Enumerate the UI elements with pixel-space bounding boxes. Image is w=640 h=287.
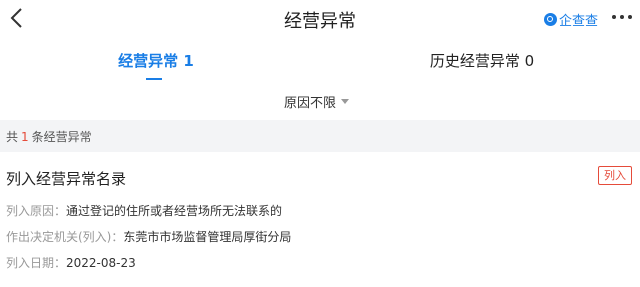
summary-suffix: 条经营异常: [31, 130, 92, 144]
filter-bar: 原因不限: [0, 82, 640, 118]
tab-bar: 经营异常 1 历史经营异常 0: [0, 38, 640, 82]
reason-filter-label: 原因不限: [284, 95, 337, 111]
field-value: 通过登记的住所或者经营场所无法联系的: [66, 204, 283, 218]
summary-bar: 共 1 条经营异常: [0, 120, 640, 152]
abnormal-record-card[interactable]: 列入经营异常名录 列入 列入原因：通过登记的住所或者经营场所无法联系的 作出决定…: [0, 152, 640, 287]
field-value: 2022-08-23: [66, 256, 136, 270]
brand-name: 企查查: [559, 13, 599, 29]
tab-history-abnormal[interactable]: 历史经营异常 0: [412, 50, 552, 72]
reason-filter-dropdown[interactable]: 原因不限: [284, 92, 350, 111]
tab-business-abnormal[interactable]: 经营异常 1: [96, 50, 216, 72]
more-dots-icon: [612, 15, 616, 19]
field-value: 东莞市市场监督管理局厚街分局: [123, 230, 292, 244]
brand-logo-button[interactable]: 企查查: [544, 9, 598, 29]
active-tab-indicator: [146, 78, 162, 80]
record-count-summary: 共 1 条经营异常: [6, 128, 92, 145]
qichacha-logo-icon: [544, 12, 557, 26]
field-label: 列入原因：: [6, 204, 67, 218]
caret-down-icon: [341, 98, 350, 104]
record-field-authority: 作出决定机关(列入)：东莞市市场监督管理局厚街分局: [6, 228, 291, 246]
more-button[interactable]: [612, 15, 632, 21]
summary-prefix: 共: [6, 130, 19, 144]
record-title: 列入经营异常名录: [6, 170, 127, 188]
record-field-date: 列入日期：2022-08-23: [6, 254, 136, 272]
status-badge: 列入: [598, 166, 632, 185]
record-count: 1: [21, 130, 29, 144]
record-field-reason: 列入原因：通过登记的住所或者经营场所无法联系的: [6, 202, 282, 220]
top-navbar: 经营异常 企查查: [0, 0, 640, 38]
field-label: 作出决定机关(列入)：: [6, 230, 124, 244]
field-label: 列入日期：: [6, 256, 67, 270]
